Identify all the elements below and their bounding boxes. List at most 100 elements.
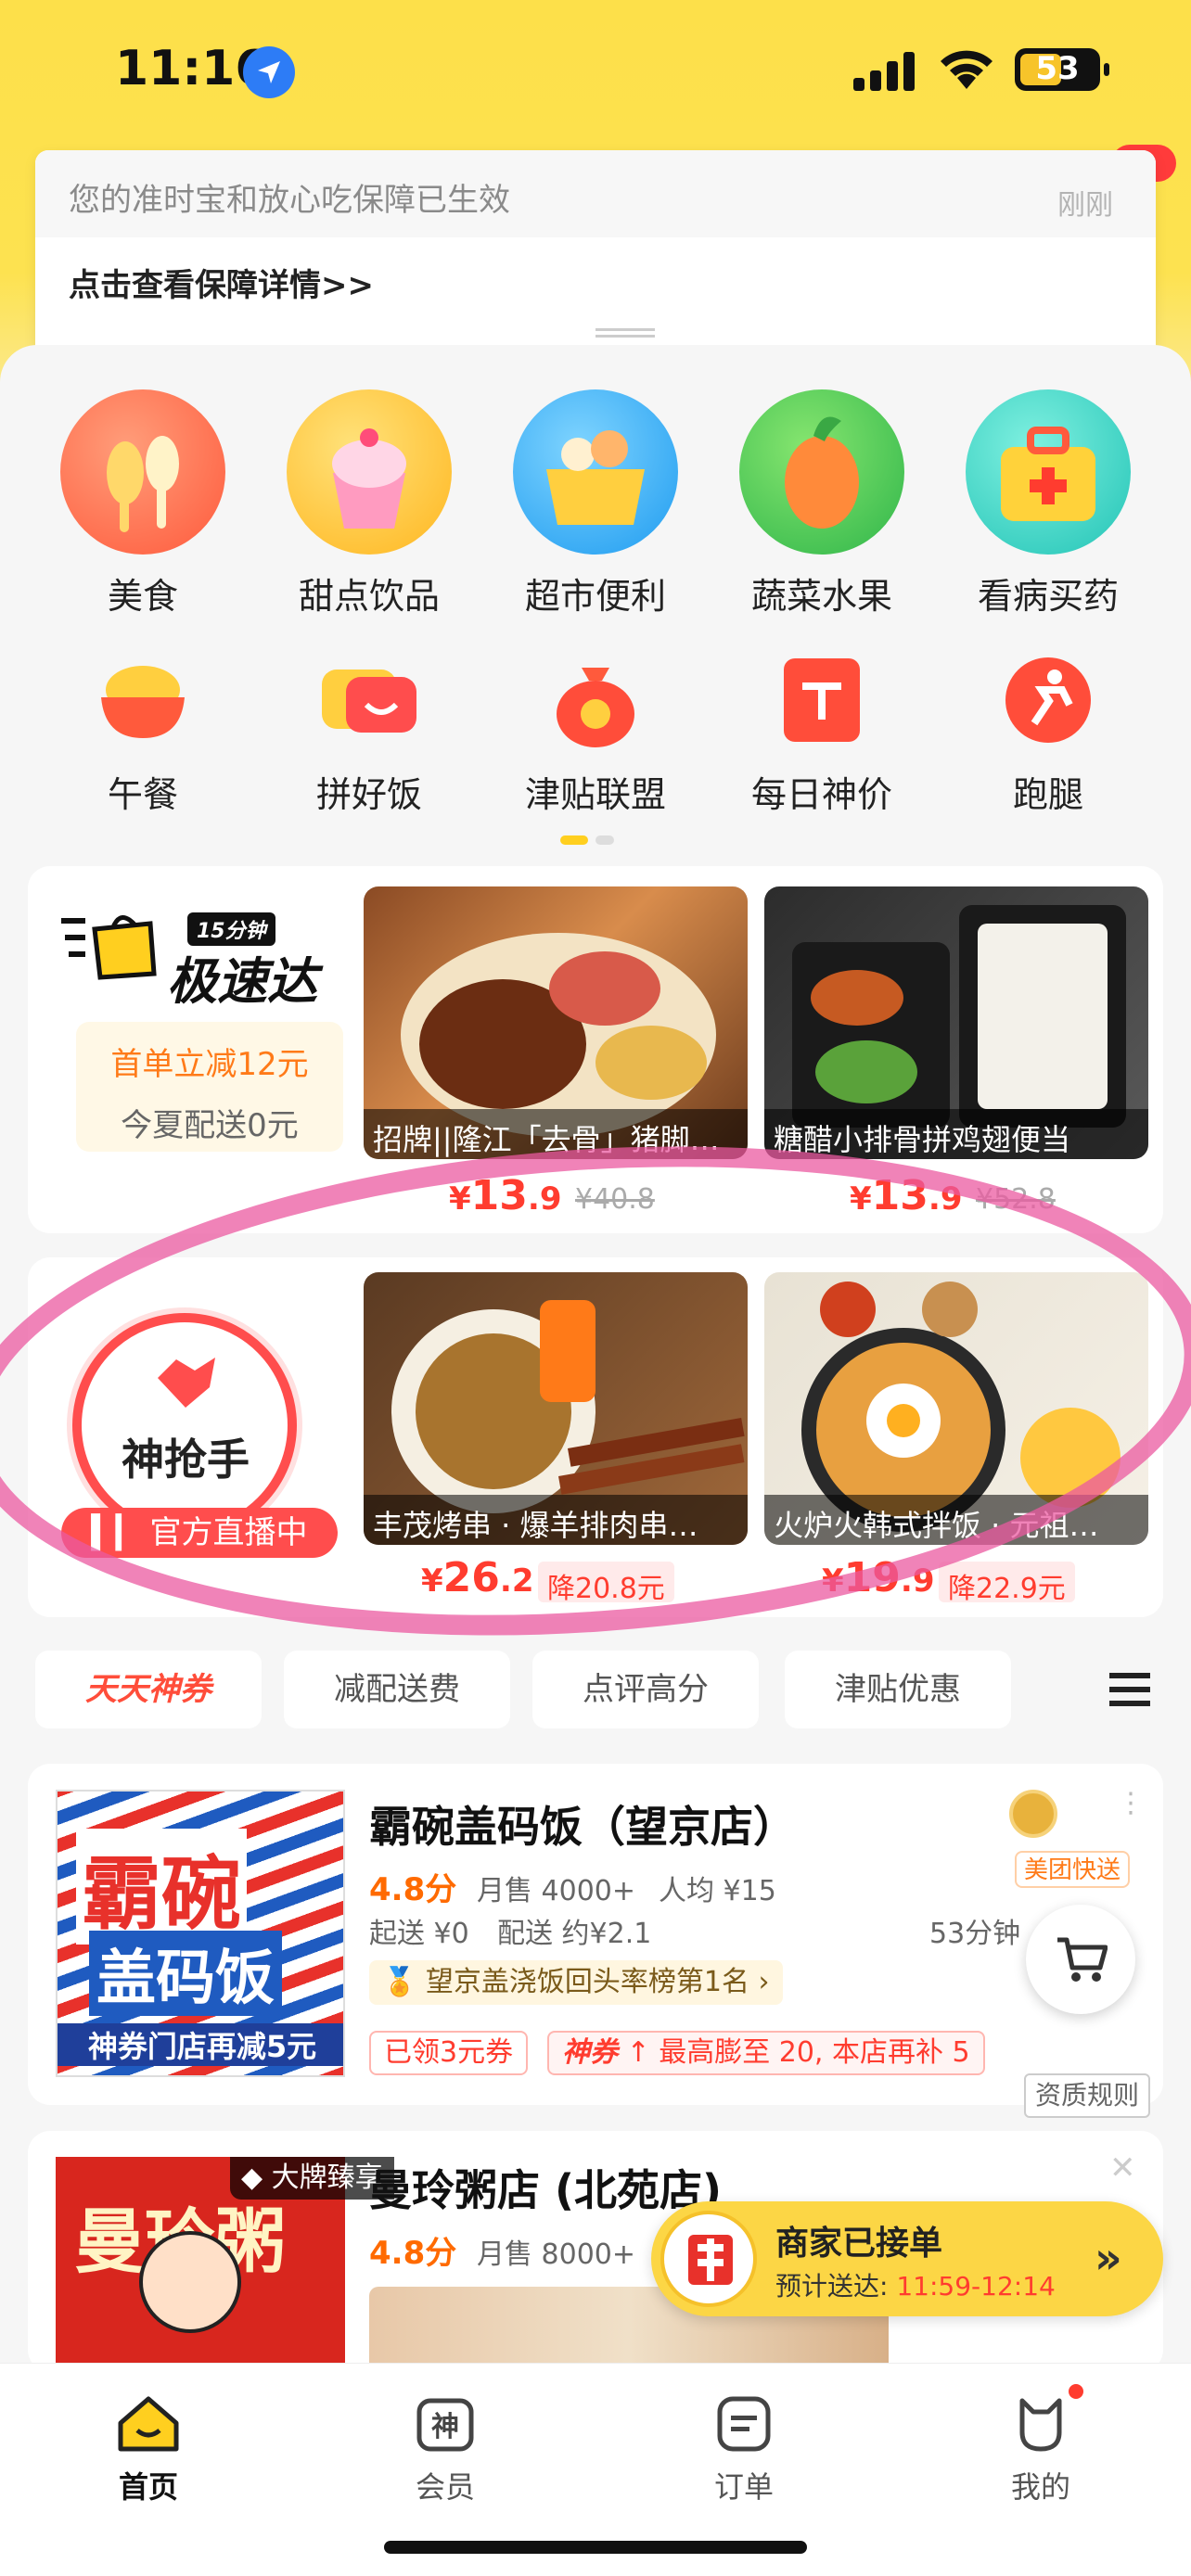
svg-text:神: 神	[431, 2411, 459, 2443]
category-label: 看病买药	[977, 576, 1119, 617]
store-monthly-sales: 月售 4000+	[477, 1875, 636, 1907]
home-indicator	[384, 2541, 807, 2554]
category-label: 津贴联盟	[524, 774, 666, 815]
express-bag-icon	[61, 915, 157, 980]
category-label: 午餐	[107, 774, 178, 815]
store-name: 曼玲粥店 (北苑店)	[369, 2165, 723, 2215]
order-status-title: 商家已接单	[775, 2225, 943, 2263]
category-allowance[interactable]: 津贴联盟	[503, 649, 688, 817]
store-avatar	[660, 2211, 757, 2307]
price-reduction: 降22.9元	[939, 1562, 1075, 1605]
express-promo-first-order: 首单立减12元	[110, 1046, 309, 1083]
dessert-icon	[287, 389, 452, 555]
daily-price-icon	[771, 649, 873, 751]
allowance-icon	[544, 649, 647, 751]
express-title: 极速达	[167, 952, 317, 1011]
guarantee-notice-card[interactable]: 您的准时宝和放心吃保障已生效 刚刚 点击查看保障详情>>	[35, 150, 1156, 371]
order-status-bar[interactable]: 商家已接单 预计送达: 11:59-12:14 »	[651, 2201, 1163, 2316]
category-supermarket[interactable]: 超市便利	[503, 389, 688, 618]
store-rank-badge[interactable]: 🏅 望京盖浇饭回头率榜第1名 ›	[369, 1960, 783, 2005]
cart-icon	[1057, 1937, 1108, 1982]
nav-orders[interactable]: 订单	[670, 2395, 818, 2506]
trophy-icon: 🏅	[382, 1966, 426, 1998]
food-name: 糖醋小排骨拼鸡翅便当	[764, 1109, 1148, 1159]
store-delivery-fee: 配送 约¥2.1	[497, 1918, 652, 1950]
page-indicator	[560, 831, 621, 848]
category-label: 拼好饭	[315, 774, 422, 815]
tab-daily-coupons[interactable]: 天天神券	[35, 1651, 262, 1728]
food-icon	[60, 389, 225, 555]
nav-label: 首页	[118, 2469, 178, 2505]
profile-icon	[1019, 2398, 1062, 2452]
category-label: 每日神价	[750, 774, 892, 815]
store-monthly-sales: 月售 8000+	[477, 2238, 636, 2271]
store-name: 霸碗盖码饭（望京店）	[369, 1802, 796, 1852]
category-medicine[interactable]: 看病买药	[955, 389, 1141, 618]
arrow-up-icon: ↑	[618, 2036, 660, 2069]
express-promo-free-delivery: 今夏配送0元	[121, 1107, 299, 1144]
category-label: 跑腿	[1012, 774, 1083, 815]
store-average-price: 人均 ¥15	[659, 1875, 776, 1907]
member-icon: 神	[416, 2398, 474, 2452]
category-daily-price[interactable]: 每日神价	[729, 649, 915, 817]
location-arrow-icon	[243, 46, 295, 98]
menu-icon[interactable]	[1109, 1673, 1150, 1706]
status-bar: 11:16 53	[0, 0, 1191, 139]
tab-top-rated[interactable]: 点评高分	[532, 1651, 759, 1728]
diamond-icon: ◆	[241, 2162, 272, 2194]
notice-details-link[interactable]: 点击查看保障详情>>	[69, 260, 374, 305]
food-image-bento[interactable]: 糖醋小排骨拼鸡翅便当	[764, 886, 1148, 1159]
cart-button[interactable]	[1026, 1905, 1135, 2014]
gold-medal-icon	[1009, 1790, 1057, 1838]
nav-home[interactable]: 首页	[74, 2395, 223, 2506]
tab-reduced-delivery[interactable]: 减配送费	[284, 1651, 510, 1728]
tab-allowance[interactable]: 津贴优惠	[785, 1651, 1011, 1728]
store-rating: 4.8分	[369, 2235, 457, 2272]
store-logo: 霸碗 盖码饭 神券门店再减5元	[56, 1790, 345, 2077]
nav-member[interactable]: 神 会员	[371, 2395, 519, 2506]
store-rating: 4.8分	[369, 1871, 457, 1908]
notification-dot	[1069, 2384, 1083, 2399]
store-delivery-time: 53分钟	[929, 1918, 1021, 1950]
close-icon[interactable]: ✕	[1109, 2149, 1136, 2187]
errand-icon	[997, 649, 1099, 751]
nav-label: 会员	[415, 2469, 475, 2505]
order-eta: 预计送达: 11:59-12:14	[775, 2271, 1056, 2302]
battery-icon: 53	[1015, 48, 1109, 91]
store-min-order: 起送 ¥0	[369, 1918, 469, 1950]
more-options-icon[interactable]: ⋮	[1117, 1790, 1145, 1817]
category-food[interactable]: 美食	[50, 389, 236, 618]
mascot-face-icon	[139, 2231, 241, 2333]
wifi-icon	[941, 50, 992, 89]
food-image-pork-knuckle[interactable]: 招牌||隆江「去骨」猪脚…	[364, 886, 748, 1159]
drag-handle[interactable]	[596, 328, 655, 338]
order-icon	[717, 2396, 771, 2452]
group-meal-icon	[318, 649, 420, 751]
category-label: 美食	[107, 576, 178, 617]
battery-level: 53	[1035, 50, 1080, 87]
nav-profile[interactable]: 我的	[967, 2384, 1115, 2506]
category-label: 蔬菜水果	[750, 576, 892, 617]
nav-label: 我的	[1010, 2469, 1070, 2505]
chevron-right-icon[interactable]: »	[1095, 2233, 1122, 2283]
cellular-signal-icon	[853, 52, 915, 91]
category-group-meal[interactable]: 拼好饭	[276, 649, 462, 817]
store-card[interactable]: 霸碗 盖码饭 神券门店再减5元 霸碗盖码饭（望京店） 4.8分 月售 4000+…	[28, 1764, 1163, 2105]
category-lunch[interactable]: 午餐	[50, 649, 236, 817]
category-label: 甜点饮品	[298, 576, 440, 617]
medicine-icon	[966, 389, 1131, 555]
notice-time: 刚刚	[1057, 189, 1113, 222]
store-super-coupon[interactable]: 神券 ↑ 最高膨至 20, 本店再补 5	[547, 2031, 985, 2075]
category-fruit[interactable]: 蔬菜水果	[729, 389, 915, 618]
store-badge-meituan-express: 美团快送	[1015, 1851, 1131, 1888]
nav-label: 订单	[713, 2469, 774, 2505]
home-icon	[118, 2396, 179, 2452]
lunch-icon	[92, 649, 194, 751]
notice-message: 您的准时宝和放心吃保障已生效	[69, 182, 510, 219]
qualification-rules-link[interactable]: 资质规则	[1024, 2073, 1151, 2118]
category-errand[interactable]: 跑腿	[955, 649, 1141, 817]
store-coupon[interactable]: 已领3元券	[369, 2031, 529, 2075]
category-dessert[interactable]: 甜点饮品	[276, 389, 462, 618]
fruit-icon	[739, 389, 904, 555]
supermarket-icon	[513, 389, 678, 555]
